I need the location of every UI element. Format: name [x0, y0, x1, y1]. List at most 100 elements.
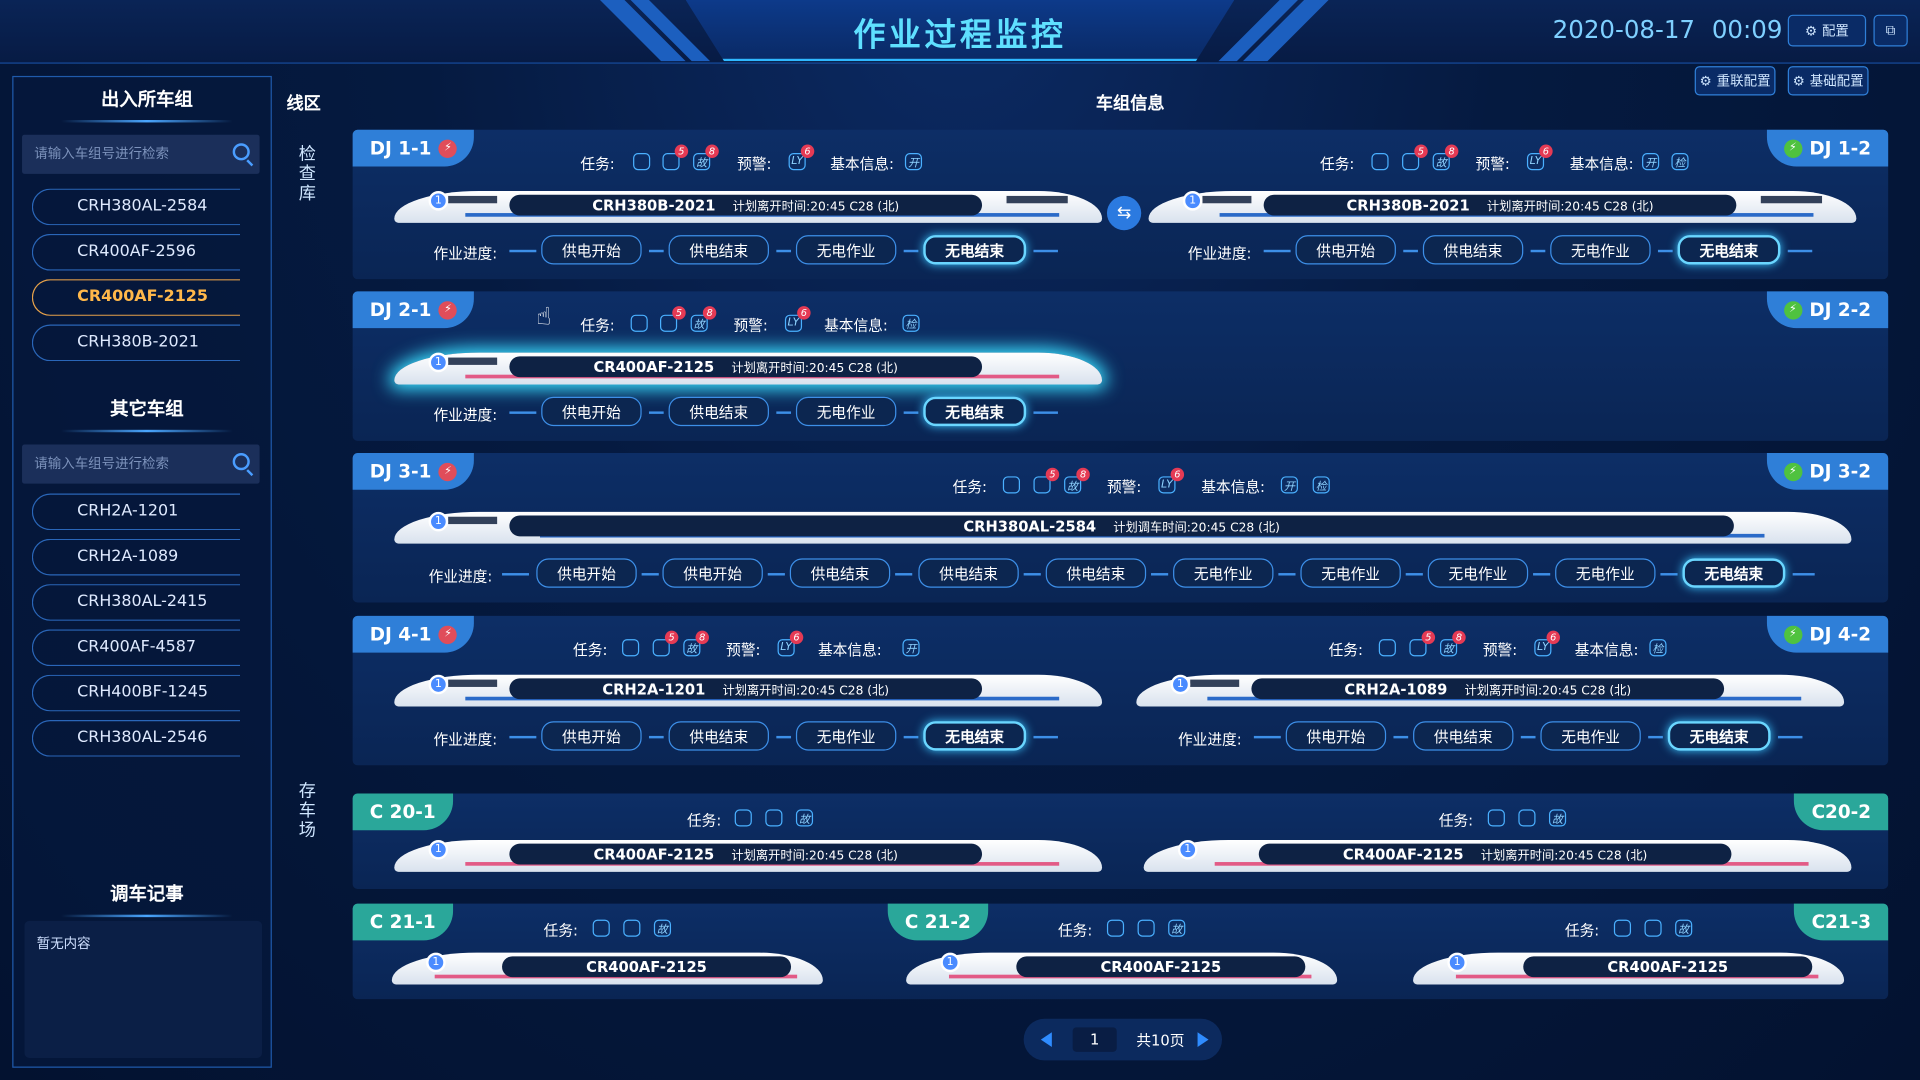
task-icon[interactable] — [592, 919, 610, 937]
step-power-start[interactable]: 供电开始 — [541, 721, 642, 751]
task-icon[interactable] — [1371, 153, 1389, 171]
task-icon[interactable] — [1644, 919, 1662, 937]
task-icon[interactable] — [1002, 476, 1021, 494]
other-item[interactable]: CRH380AL-2415 — [31, 584, 241, 621]
task-icon[interactable] — [623, 919, 641, 937]
track-tag[interactable]: C 21-2 — [887, 903, 988, 941]
train-graphic[interactable]: 1 CRH380B-2021 计划离开时间:20:45 C28 (北) — [1148, 189, 1857, 228]
step-power-end[interactable]: 供电结束 — [668, 721, 769, 751]
page-input[interactable]: 1 — [1072, 1027, 1117, 1052]
train-graphic[interactable]: 1 CR400AF-2125 — [906, 950, 1338, 989]
step-no-power-work[interactable]: 无电作业 — [1173, 558, 1274, 588]
step-no-power-work[interactable]: 无电作业 — [795, 396, 897, 427]
step-power-end[interactable]: 供电结束 — [1422, 235, 1524, 265]
step-power-end[interactable]: 供电结束 — [668, 235, 769, 265]
other-search-input[interactable]: 请输入车组号进行检索 — [22, 444, 260, 484]
step-power-end[interactable]: 供电结束 — [789, 558, 891, 588]
open-icon[interactable]: 开 — [902, 639, 920, 657]
search-icon[interactable] — [232, 453, 250, 471]
task-icon[interactable] — [622, 639, 640, 657]
track-tag[interactable]: ⚡ DJ 1-2 — [1766, 129, 1889, 167]
step-no-power-work[interactable]: 无电作业 — [1540, 721, 1641, 751]
task-icon[interactable] — [734, 809, 752, 827]
task-icon[interactable] — [1487, 809, 1505, 827]
task-icon[interactable] — [1613, 919, 1632, 937]
step-power-start[interactable]: 供电开始 — [662, 558, 763, 588]
step-power-start[interactable]: 供电开始 — [541, 396, 642, 427]
step-no-power-work[interactable]: 无电作业 — [795, 721, 897, 751]
next-page-icon[interactable] — [1197, 1032, 1209, 1047]
step-no-power-work[interactable]: 无电作业 — [1300, 558, 1401, 588]
track-tag[interactable]: ⚡ DJ 2-2 — [1766, 291, 1889, 329]
track-tag[interactable]: C20-2 — [1794, 793, 1889, 831]
step-no-power-end[interactable]: 无电结束 — [1667, 721, 1771, 751]
other-item[interactable]: CRH2A-1089 — [31, 538, 241, 576]
base-config-button[interactable]: ⚙ 基础配置 — [1787, 66, 1869, 96]
step-power-start[interactable]: 供电开始 — [1295, 235, 1396, 265]
step-no-power-work[interactable]: 无电作业 — [1555, 558, 1656, 588]
task-icon[interactable] — [633, 153, 651, 171]
step-no-power-end[interactable]: 无电结束 — [1677, 235, 1781, 265]
train-graphic[interactable]: 1 CRH2A-1201 计划离开时间:20:45 C28 (北) — [394, 672, 1103, 711]
train-graphic-selected[interactable]: 1 CR400AF-2125 计划离开时间:20:45 C28 (北) — [394, 350, 1103, 389]
task-icon[interactable] — [1518, 809, 1536, 827]
track-tag[interactable]: DJ 3-1 ⚡ — [352, 453, 475, 490]
step-no-power-work[interactable]: 无电作业 — [1550, 235, 1651, 265]
prev-page-icon[interactable] — [1040, 1032, 1052, 1047]
track-tag[interactable]: DJ 4-1 ⚡ — [352, 615, 475, 653]
config-button[interactable]: ⚙ 配置 — [1787, 14, 1867, 47]
track-tag[interactable]: C 20-1 — [352, 793, 453, 831]
track-tag[interactable]: C21-3 — [1794, 903, 1889, 941]
step-no-power-work[interactable]: 无电作业 — [795, 235, 897, 265]
track-tag[interactable]: DJ 2-1 ⚡ — [352, 291, 475, 329]
fault-icon[interactable]: 故 — [1675, 919, 1693, 937]
train-graphic[interactable]: 1 CRH380B-2021 计划离开时间:20:45 C28 (北) — [394, 189, 1103, 228]
train-graphic[interactable]: 1 CR400AF-2125 — [1413, 950, 1845, 989]
step-power-end[interactable]: 供电结束 — [1045, 558, 1147, 588]
track-tag[interactable]: ⚡ DJ 4-2 — [1766, 615, 1889, 653]
search-icon[interactable] — [232, 143, 250, 161]
train-graphic[interactable]: 1 CRH2A-1089 计划离开时间:20:45 C28 (北) — [1136, 672, 1845, 711]
fullscreen-button[interactable]: ⧉ — [1873, 14, 1908, 47]
step-no-power-end[interactable]: 无电结束 — [923, 721, 1027, 751]
search-input[interactable]: 请输入车组号进行检索 — [22, 134, 260, 174]
track-tag[interactable]: ⚡ DJ 3-2 — [1766, 453, 1889, 490]
in-out-item[interactable]: CRH380B-2021 — [31, 324, 241, 362]
step-no-power-end[interactable]: 无电结束 — [923, 235, 1027, 265]
step-power-start[interactable]: 供电开始 — [536, 558, 637, 588]
task-icon[interactable] — [630, 314, 648, 332]
other-item[interactable]: CRH400BF-1245 — [31, 674, 241, 712]
step-power-start[interactable]: 供电开始 — [541, 235, 642, 265]
step-power-end[interactable]: 供电结束 — [918, 558, 1019, 588]
task-icon[interactable] — [765, 809, 783, 827]
step-no-power-end[interactable]: 无电结束 — [923, 396, 1027, 427]
train-graphic[interactable]: 1 CR400AF-2125 计划离开时间:20:45 C28 (北) — [1143, 838, 1852, 877]
in-out-item[interactable]: CRH380AL-2584 — [31, 188, 241, 226]
in-out-item-selected[interactable]: CR400AF-2125 — [31, 279, 241, 316]
fault-icon[interactable]: 故 — [795, 809, 814, 827]
train-graphic[interactable]: 1 CR400AF-2125 — [391, 950, 823, 989]
step-power-start[interactable]: 供电开始 — [1285, 721, 1387, 751]
other-item[interactable]: CR400AF-4587 — [31, 629, 241, 667]
step-power-end[interactable]: 供电结束 — [668, 396, 769, 427]
open-icon[interactable]: 开 — [904, 153, 923, 171]
in-out-item[interactable]: CR400AF-2596 — [31, 233, 241, 271]
open-icon[interactable]: 开 — [1280, 476, 1298, 494]
train-graphic[interactable]: 1 CR400AF-2125 计划离开时间:20:45 C28 (北) — [394, 838, 1103, 877]
swap-icon[interactable]: ⇆ — [1106, 195, 1142, 231]
check-icon[interactable]: 检 — [1671, 153, 1689, 171]
check-icon[interactable]: 检 — [1649, 639, 1667, 657]
train-graphic[interactable]: 1 CRH380AL-2584 计划调车时间:20:45 C28 (北) — [394, 509, 1852, 548]
fault-icon[interactable]: 故 — [1548, 809, 1567, 827]
open-icon[interactable]: 开 — [1642, 153, 1660, 171]
fault-icon[interactable]: 故 — [653, 919, 672, 937]
step-no-power-end[interactable]: 无电结束 — [1682, 558, 1786, 588]
track-tag[interactable]: C 21-1 — [352, 903, 453, 941]
check-icon[interactable]: 检 — [1312, 476, 1330, 494]
step-no-power-work[interactable]: 无电作业 — [1427, 558, 1529, 588]
reset-config-button[interactable]: ⚙ 重联配置 — [1694, 66, 1776, 96]
step-power-end[interactable]: 供电结束 — [1413, 721, 1514, 751]
track-tag[interactable]: DJ 1-1 ⚡ — [352, 129, 475, 167]
other-item[interactable]: CRH380AL-2546 — [31, 720, 241, 757]
other-item[interactable]: CRH2A-1201 — [31, 493, 241, 531]
